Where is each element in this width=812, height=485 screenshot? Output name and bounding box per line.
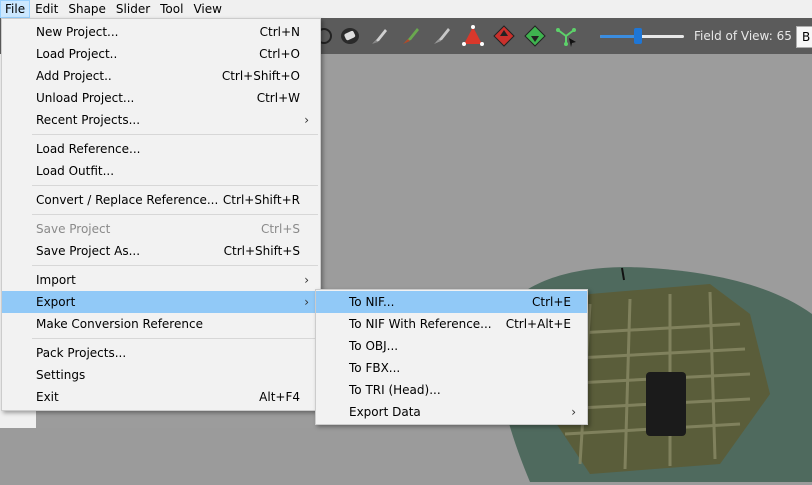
move-vertex-icon[interactable] — [461, 24, 485, 48]
file-menu: New Project... Ctrl+N Load Project.. Ctr… — [1, 18, 321, 411]
menu-item-label: Settings — [36, 368, 86, 382]
menu-item-add-project[interactable]: Add Project.. Ctrl+Shift+O — [2, 65, 320, 87]
menu-item-to-tri-head[interactable]: To TRI (Head)... — [316, 379, 587, 401]
menu-item-recent-projects[interactable]: Recent Projects... › — [2, 109, 320, 131]
select-vertices-icon[interactable] — [554, 24, 578, 48]
menu-slider[interactable]: Slider — [111, 0, 155, 18]
menu-view[interactable]: View — [188, 0, 226, 18]
weight-up-icon[interactable] — [492, 24, 516, 48]
menu-item-label: To OBJ... — [349, 339, 399, 353]
menu-item-exit[interactable]: Exit Alt+F4 — [2, 386, 320, 408]
menu-item-label: To FBX... — [349, 361, 401, 375]
menu-item-load-outfit[interactable]: Load Outfit... — [2, 160, 320, 182]
menu-item-label: Convert / Replace Reference... — [36, 193, 219, 207]
menu-shape[interactable]: Shape — [63, 0, 111, 18]
menu-item-shortcut: Ctrl+Shift+R — [222, 193, 300, 207]
menu-item-shortcut: Ctrl+Shift+O — [221, 69, 300, 83]
menu-item-label: Import — [36, 273, 76, 287]
menu-item-label: Save Project — [36, 222, 111, 236]
menu-separator — [32, 185, 318, 186]
menu-item-label: Save Project As... — [36, 244, 141, 258]
menu-item-label: Exit — [36, 390, 59, 404]
menu-item-label: Load Reference... — [36, 142, 141, 156]
menu-separator — [32, 214, 318, 215]
menu-item-label: Make Conversion Reference — [36, 317, 203, 331]
menu-item-save-project[interactable]: Save Project Ctrl+S — [2, 218, 320, 240]
menu-item-shortcut: Ctrl+E — [532, 295, 571, 309]
menu-item-shortcut: Ctrl+S — [260, 222, 300, 236]
menu-separator — [32, 134, 318, 135]
fov-slider-thumb[interactable] — [633, 28, 642, 44]
weight-down-icon[interactable] — [523, 24, 547, 48]
menu-item-pack-projects[interactable]: Pack Projects... — [2, 342, 320, 364]
menu-item-label: To TRI (Head)... — [349, 383, 441, 397]
menu-item-unload-project[interactable]: Unload Project... Ctrl+W — [2, 87, 320, 109]
menu-item-label: Load Project.. — [36, 47, 118, 61]
menu-item-label: Pack Projects... — [36, 346, 127, 360]
menu-item-label: Add Project.. — [36, 69, 112, 83]
brush-icon[interactable] — [368, 24, 392, 48]
menu-item-save-project-as[interactable]: Save Project As... Ctrl+Shift+S — [2, 240, 320, 262]
menu-item-label: Recent Projects... — [36, 113, 141, 127]
menu-item-convert-replace-reference[interactable]: Convert / Replace Reference... Ctrl+Shif… — [2, 189, 320, 211]
eraser-icon[interactable] — [338, 24, 362, 48]
menu-bar: File Edit Shape Slider Tool View — [0, 0, 812, 18]
menu-item-shortcut: Ctrl+W — [256, 91, 300, 105]
menu-item-settings[interactable]: Settings — [2, 364, 320, 386]
menu-item-shortcut: Ctrl+Alt+E — [505, 317, 571, 331]
submenu-arrow-icon: › — [304, 113, 309, 127]
menu-item-new-project[interactable]: New Project... Ctrl+N — [2, 21, 320, 43]
submenu-arrow-icon: › — [304, 295, 309, 309]
fov-slider[interactable] — [600, 28, 684, 44]
submenu-arrow-icon: › — [304, 273, 309, 287]
menu-item-label: Export Data — [349, 405, 421, 419]
menu-item-load-project[interactable]: Load Project.. Ctrl+O — [2, 43, 320, 65]
menu-file[interactable]: File — [0, 0, 31, 18]
menu-edit[interactable]: Edit — [30, 0, 63, 18]
menu-separator — [32, 338, 318, 339]
menu-item-label: New Project... — [36, 25, 119, 39]
menu-item-export[interactable]: Export › — [2, 291, 320, 313]
menu-separator — [32, 265, 318, 266]
menu-tool[interactable]: Tool — [155, 0, 188, 18]
menu-item-import[interactable]: Import › — [2, 269, 320, 291]
menu-item-shortcut: Ctrl+Shift+S — [223, 244, 300, 258]
toolbar-right-button[interactable]: B — [796, 26, 812, 48]
fov-label: Field of View: 65 — [694, 29, 792, 43]
brush-variant-icon[interactable] — [430, 24, 454, 48]
menu-item-label: Unload Project... — [36, 91, 135, 105]
menu-item-load-reference[interactable]: Load Reference... — [2, 138, 320, 160]
menu-item-label: Export — [36, 295, 76, 309]
menu-item-make-conversion-reference[interactable]: Make Conversion Reference — [2, 313, 320, 335]
export-submenu: To NIF... Ctrl+E To NIF With Reference..… — [315, 289, 588, 425]
menu-item-shortcut: Alt+F4 — [259, 390, 300, 404]
menu-item-label: To NIF... — [349, 295, 395, 309]
menu-item-to-obj[interactable]: To OBJ... — [316, 335, 587, 357]
menu-item-to-nif-with-reference[interactable]: To NIF With Reference... Ctrl+Alt+E — [316, 313, 587, 335]
submenu-arrow-icon: › — [571, 405, 576, 419]
fov-slider-fill — [600, 35, 638, 38]
menu-item-label: To NIF With Reference... — [349, 317, 492, 331]
menu-item-to-fbx[interactable]: To FBX... — [316, 357, 587, 379]
menu-item-to-nif[interactable]: To NIF... Ctrl+E — [316, 291, 587, 313]
menu-item-shortcut: Ctrl+N — [259, 25, 300, 39]
paint-brush-icon[interactable] — [399, 24, 423, 48]
menu-item-shortcut: Ctrl+O — [259, 47, 300, 61]
menu-item-label: Load Outfit... — [36, 164, 115, 178]
menu-item-export-data[interactable]: Export Data › — [316, 401, 587, 423]
